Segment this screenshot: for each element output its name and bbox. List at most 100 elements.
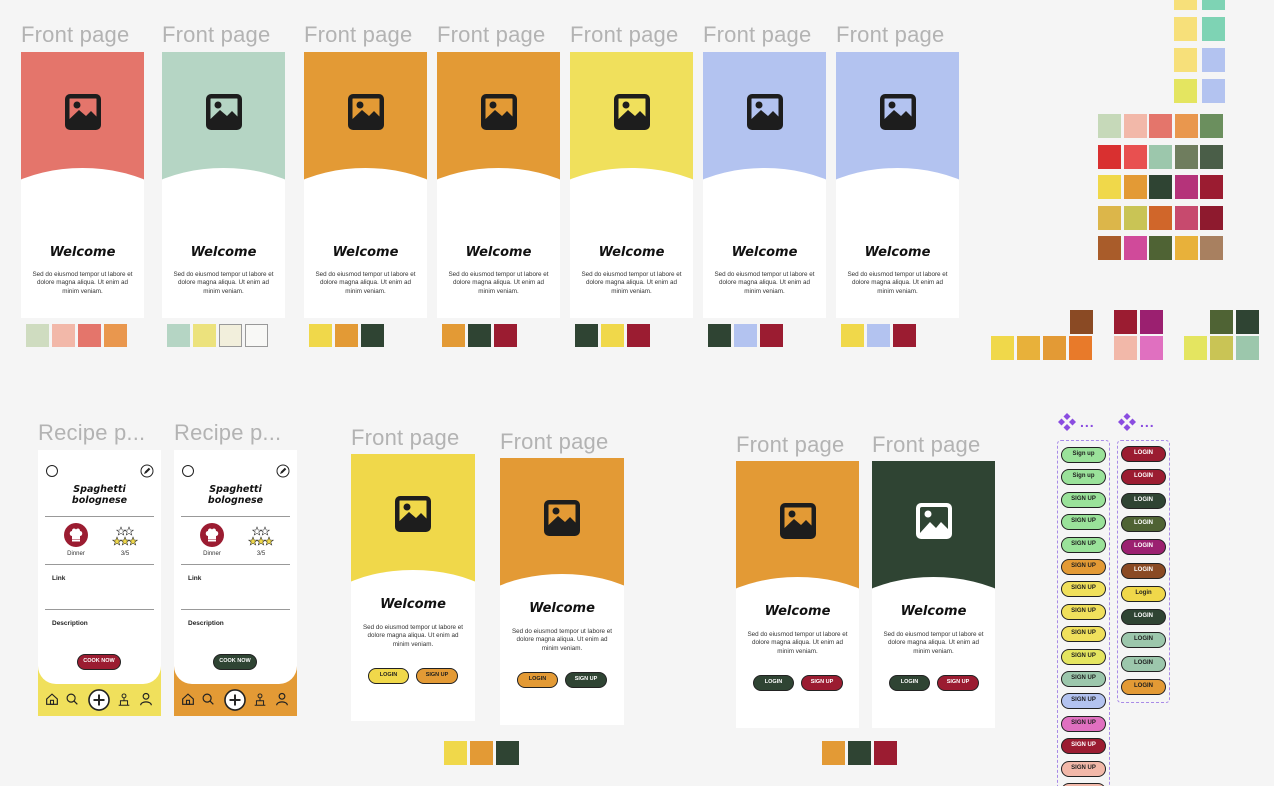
variant-button[interactable]: SIGN UP (1061, 514, 1106, 531)
home-icon[interactable] (44, 691, 60, 707)
back-circle-icon[interactable] (182, 465, 194, 477)
color-swatch (26, 324, 49, 347)
front-page-frame[interactable]: Welcome Sed do eiusmod tempor ut labore e… (872, 461, 995, 728)
search-icon[interactable] (200, 691, 216, 707)
signup-button[interactable]: SIGN UP (416, 668, 458, 684)
recipe-card: Spaghetti bolognese Dinner 3/5 Link Descript… (174, 450, 297, 684)
design-canvas[interactable]: Front page Welcome Sed do eiusmod tempor … (0, 0, 1274, 786)
color-swatch (1210, 310, 1233, 334)
frame-label[interactable]: Front page (162, 22, 270, 48)
frame-label[interactable]: Front page (351, 425, 459, 451)
variant-button[interactable]: LOGIN (1121, 562, 1166, 579)
link-input[interactable] (45, 609, 154, 610)
variant-button[interactable]: SIGN UP (1061, 559, 1106, 575)
variant-button[interactable]: SIGN UP (1061, 671, 1106, 687)
welcome-title: Welcome (465, 245, 532, 260)
body-text: Sed do eiusmod tempor ut labore et dolor… (173, 271, 274, 295)
variant-button[interactable]: SIGN UP (1061, 760, 1106, 777)
variant-button[interactable]: LOGIN (1121, 679, 1166, 695)
variant-button[interactable]: SIGN UP (1061, 715, 1106, 732)
frame-label[interactable]: Front page (736, 432, 844, 458)
frame-label[interactable]: Front page (500, 429, 608, 455)
front-page-frame[interactable]: Welcome Sed do eiusmod tempor ut labore e… (162, 52, 285, 318)
recipe-page-frame[interactable]: Spaghetti bolognese Dinner 3/5 Link Descript… (38, 450, 161, 716)
frame-label[interactable]: Front page (703, 22, 811, 48)
color-swatch (1043, 336, 1066, 360)
variant-button[interactable]: LOGIN (1121, 492, 1166, 509)
signup-button[interactable]: SIGN UP (937, 675, 979, 691)
frame-label[interactable]: Recipe p... (38, 420, 145, 446)
front-page-frame[interactable]: Welcome Sed do eiusmod tempor ut labore e… (836, 52, 959, 318)
color-swatch (575, 324, 598, 347)
add-circle-icon[interactable] (88, 689, 110, 711)
edit-icon[interactable] (276, 464, 290, 478)
cook-now-button[interactable]: COOK NOW (77, 654, 121, 670)
image-placeholder-icon (346, 92, 386, 132)
variant-button[interactable]: LOGIN (1121, 609, 1166, 626)
front-page-frame[interactable]: Welcome Sed do eiusmod tempor ut labore e… (437, 52, 560, 318)
frame-label[interactable]: Recipe p... (174, 420, 281, 446)
login-button[interactable]: LOGIN (753, 675, 794, 691)
variant-button[interactable]: SIGN UP (1061, 648, 1106, 665)
variant-button[interactable]: LOGIN (1121, 515, 1166, 532)
home-icon[interactable] (180, 691, 196, 707)
variant-button[interactable]: LOGIN (1121, 655, 1166, 672)
color-swatch (1140, 336, 1163, 360)
color-swatch (468, 324, 491, 347)
variant-button[interactable]: SIGN UP (1061, 693, 1106, 710)
variant-button[interactable]: SIGN UP (1061, 491, 1106, 508)
front-page-frame[interactable]: Welcome Sed do eiusmod tempor ut labore e… (570, 52, 693, 318)
color-swatch (867, 324, 890, 347)
variant-button[interactable]: SIGN UP (1061, 738, 1106, 755)
frame-label[interactable]: Front page (570, 22, 678, 48)
login-button[interactable]: LOGIN (889, 675, 930, 691)
community-icon[interactable] (252, 691, 268, 707)
recipe-title: Spaghetti bolognese (71, 484, 128, 506)
profile-icon[interactable] (274, 691, 290, 707)
frame-label[interactable]: Front page (437, 22, 545, 48)
variant-button[interactable]: LOGIN (1121, 446, 1166, 462)
link-input[interactable] (181, 609, 290, 610)
variant-button[interactable]: LOGIN (1121, 632, 1166, 649)
color-swatch (1184, 336, 1207, 360)
variant-button[interactable]: SIGN UP (1061, 581, 1106, 598)
color-swatch (1114, 310, 1137, 334)
community-icon[interactable] (116, 691, 132, 707)
frame-label[interactable]: Front page (304, 22, 412, 48)
color-swatch (335, 324, 358, 347)
color-swatch (1236, 336, 1259, 360)
variant-button[interactable]: SIGN UP (1061, 626, 1106, 643)
front-page-frame[interactable]: Welcome Sed do eiusmod tempor ut labore e… (304, 52, 427, 318)
component-set-header[interactable]: ... (1057, 412, 1095, 432)
front-page-frame[interactable]: Welcome Sed do eiusmod tempor ut labore e… (500, 458, 624, 725)
front-page-frame[interactable]: Welcome Sed do eiusmod tempor ut labore e… (703, 52, 826, 318)
cook-now-button[interactable]: COOK NOW (213, 654, 257, 670)
recipe-page-frame[interactable]: Spaghetti bolognese Dinner 3/5 Link Descript… (174, 450, 297, 716)
variant-button[interactable]: Login (1121, 585, 1166, 602)
front-page-frame[interactable]: Welcome Sed do eiusmod tempor ut labore e… (21, 52, 144, 318)
login-button[interactable]: LOGIN (517, 672, 558, 688)
variant-button[interactable]: Sign up (1061, 447, 1106, 463)
front-page-frame[interactable]: Welcome Sed do eiusmod tempor ut labore e… (736, 461, 859, 728)
edit-icon[interactable] (140, 464, 154, 478)
signup-button[interactable]: SIGN UP (801, 675, 843, 691)
variant-button[interactable]: SIGN UP (1061, 536, 1106, 553)
front-page-frame[interactable]: Welcome Sed do eiusmod tempor ut labore e… (351, 454, 475, 721)
frame-label[interactable]: Front page (21, 22, 129, 48)
variant-button[interactable]: Sign up (1061, 469, 1106, 486)
component-set-header[interactable]: ... (1117, 412, 1155, 432)
variant-button[interactable]: LOGIN (1121, 539, 1166, 556)
color-swatch (1098, 144, 1121, 169)
frame-label[interactable]: Front page (872, 432, 980, 458)
color-swatch (734, 324, 757, 347)
profile-icon[interactable] (138, 691, 154, 707)
search-icon[interactable] (64, 691, 80, 707)
add-circle-icon[interactable] (224, 689, 246, 711)
variant-button[interactable]: LOGIN (1121, 469, 1166, 486)
frame-label[interactable]: Front page (836, 22, 944, 48)
back-circle-icon[interactable] (46, 465, 58, 477)
signup-button[interactable]: SIGN UP (565, 672, 607, 688)
variant-button[interactable]: SIGN UP (1061, 603, 1106, 620)
color-swatch (1236, 310, 1259, 334)
login-button[interactable]: LOGIN (368, 668, 409, 684)
